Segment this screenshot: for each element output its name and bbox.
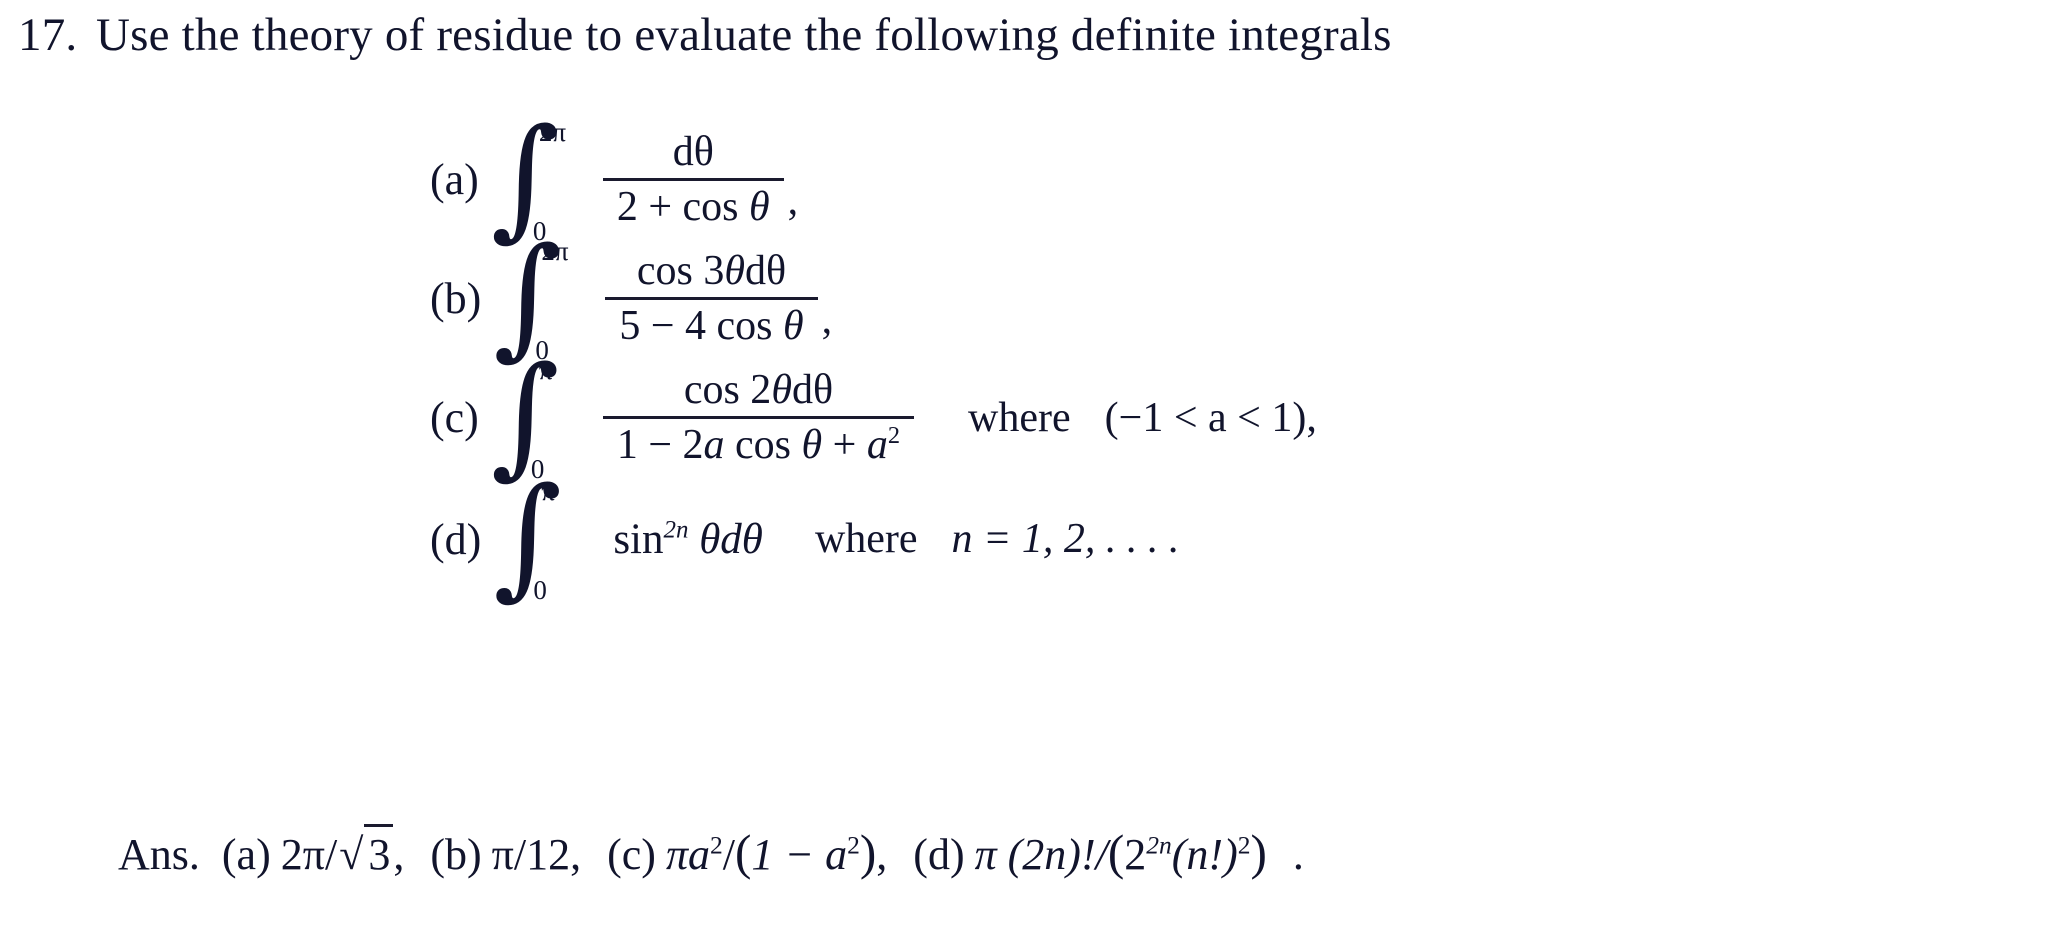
item-d-expression: sin2n θdθ xyxy=(603,515,763,564)
answer-part-c-label: (c) xyxy=(607,830,656,879)
answer-part-c-paren-open: ( xyxy=(735,825,752,880)
answer-part-d-paren-close: ) xyxy=(1250,825,1267,880)
answer-part-a-comma: , xyxy=(393,830,405,879)
integral-upper-limit-c: π xyxy=(538,354,553,385)
answer-label: Ans. xyxy=(118,830,200,879)
fraction-c-denominator-exponent: 2 xyxy=(887,421,901,449)
fraction-b-numerator: cos 3θdθ xyxy=(623,249,800,296)
fraction-a-denominator-var: θ xyxy=(749,183,770,230)
item-c: (c) ∫ π 0 cos 2θdθ 1 − 2a cos θ + a2 whe… xyxy=(430,349,1990,484)
problem-heading: 17. Use the theory of residue to evaluat… xyxy=(18,8,1392,62)
answer-part-c-numerator-exponent: 2 xyxy=(710,830,723,860)
fraction-a: dθ 2 + cos θ xyxy=(602,130,784,230)
item-d-condition: n = 1, 2, . . . . xyxy=(951,516,1180,562)
item-a-label: (a) xyxy=(430,155,479,204)
item-d: (d) ∫ π 0 sin2n θdθ where n = 1, 2, . . … xyxy=(430,470,1990,605)
item-b-trailing-comma: , xyxy=(821,297,833,343)
answer-line: Ans. (a) 2π/√ 3, (b) π/12, (c) πa2/(1 − a… xyxy=(118,824,1304,881)
item-d-where-label: where xyxy=(814,516,918,562)
item-a-trailing-comma: , xyxy=(787,178,799,224)
answer-part-b-label: (b) xyxy=(430,830,482,879)
answer-part-a-numerator: 2π/ xyxy=(280,830,338,879)
fraction-b-numerator-pre: cos 3 xyxy=(636,248,725,295)
answer-part-a-value: 2π/√ 3, xyxy=(281,824,431,880)
item-d-exponent: 2n xyxy=(663,516,689,544)
problem-number: 17. xyxy=(18,9,78,61)
answer-part-c-value: πa2/(1 − a2), xyxy=(666,824,913,881)
answer-part-a-label: (a) xyxy=(221,830,271,879)
fraction-a-denominator: 2 + cos θ xyxy=(602,177,784,230)
fraction-c-numerator-post: dθ xyxy=(791,367,834,414)
answer-part-c-comma: , xyxy=(876,830,888,879)
fraction-c-numerator-var: θ xyxy=(771,367,792,414)
sqrt-icon: √ 3 xyxy=(337,824,394,880)
answer-part-c-paren-close: ) xyxy=(859,825,877,880)
fraction-c-denominator-a: a xyxy=(703,421,725,468)
fraction-c-denominator-mid: cos xyxy=(724,421,802,468)
fraction-a-denominator-pre: 2 + cos xyxy=(616,183,750,230)
fraction-c: cos 2θdθ 1 − 2a cos θ + a2 xyxy=(602,368,915,468)
answer-part-d-value: π (2n)!/(22n(n!)2) xyxy=(975,824,1293,881)
fraction-b-denominator-var: θ xyxy=(783,302,804,349)
item-c-label: (c) xyxy=(430,393,479,442)
document-page: 17. Use the theory of residue to evaluat… xyxy=(0,0,2046,933)
answer-part-d-numerator: π (2n)!/ xyxy=(974,830,1108,879)
item-a: (a) ∫ 2π 0 dθ 2 + cos θ , xyxy=(430,111,1990,246)
fraction-c-denominator-plus: + xyxy=(822,421,867,468)
fraction-c-denominator-pre: 1 − 2 xyxy=(616,421,704,468)
item-d-variable-differential: θdθ xyxy=(699,515,763,563)
answer-part-b-value: π/12, xyxy=(491,830,582,879)
fraction-b-denominator: 5 − 4 cos θ xyxy=(605,296,818,349)
fraction-b: cos 3θdθ 5 − 4 cos θ xyxy=(605,249,818,349)
fraction-c-numerator-pre: cos 2 xyxy=(683,367,772,414)
fraction-c-denominator-a2: a xyxy=(866,421,888,468)
answer-part-c-slash: / xyxy=(722,830,736,879)
fraction-a-numerator: dθ xyxy=(659,130,728,177)
fraction-c-denominator: 1 − 2a cos θ + a2 xyxy=(602,415,915,468)
answer-part-d-inner: (n!) xyxy=(1171,830,1238,879)
fraction-b-numerator-post: dθ xyxy=(744,248,787,295)
answer-part-d-paren-open: ( xyxy=(1107,825,1125,880)
fraction-c-denominator-var: θ xyxy=(801,421,823,468)
item-d-label: (d) xyxy=(430,514,482,564)
integral-upper-limit-a: 2π xyxy=(538,116,566,147)
answer-part-c-inner-exponent: 2 xyxy=(847,830,860,860)
item-c-condition: (−1 < a < 1), xyxy=(1104,394,1317,441)
integral-items-list: (a) ∫ 2π 0 dθ 2 + cos θ , (b) ∫ 2π 0 cos… xyxy=(430,111,1990,605)
integral-upper-limit-b: 2π xyxy=(541,235,569,266)
integral-upper-limit-d: π xyxy=(541,476,555,506)
answer-part-d-inner-exponent: 2 xyxy=(1237,830,1251,860)
item-c-where-label: where xyxy=(968,394,1071,441)
fraction-b-denominator-pre: 5 − 4 cos xyxy=(619,302,783,349)
item-b-label: (b) xyxy=(430,274,482,323)
answer-part-d-exponent: 2n xyxy=(1146,830,1172,860)
fraction-a-numerator-text: dθ xyxy=(672,129,714,176)
answer-period: . xyxy=(1292,830,1304,879)
answer-part-c-numerator: πa xyxy=(665,830,711,879)
answer-part-c-inner: 1 − a xyxy=(751,830,848,879)
integral-symbol-d: ∫ π 0 xyxy=(493,470,597,605)
item-d-function-name: sin xyxy=(613,515,664,563)
fraction-c-numerator: cos 2θdθ xyxy=(670,368,847,415)
problem-statement: Use the theory of residue to evaluate th… xyxy=(96,9,1392,61)
answer-part-d-label: (d) xyxy=(913,830,965,879)
fraction-b-numerator-var: θ xyxy=(724,248,745,295)
integral-lower-limit-d: 0 xyxy=(533,575,547,605)
answer-part-a-radicand: 3 xyxy=(364,824,394,880)
item-b: (b) ∫ 2π 0 cos 3θdθ 5 − 4 cos θ , xyxy=(430,230,1990,365)
answer-part-d-base: 2 xyxy=(1124,830,1147,879)
